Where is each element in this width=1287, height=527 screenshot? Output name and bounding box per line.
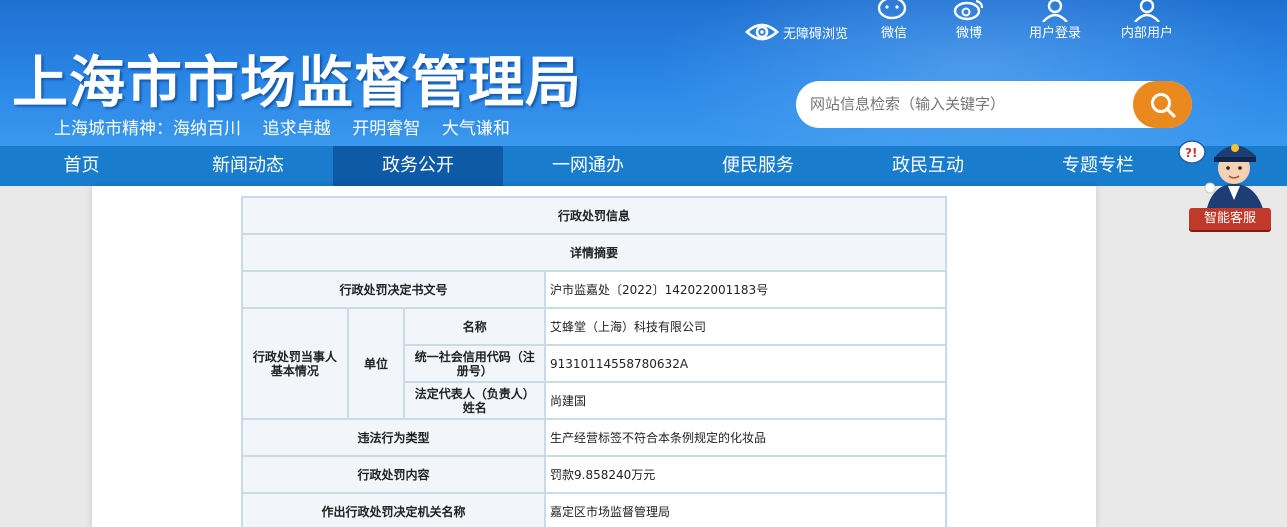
table-row: 行政处罚信息	[241, 196, 947, 235]
user-login-link[interactable]: 用户登录	[1020, 0, 1090, 41]
user-icon	[1042, 0, 1068, 22]
violation-value: 生产经营标签不符合本条例规定的化妆品	[544, 418, 947, 457]
smart-service-label: 智能客服	[1189, 208, 1271, 230]
table-subtitle: 详情摘要	[241, 233, 947, 272]
smart-customer-service[interactable]: ?! 智能客服	[1172, 128, 1276, 236]
search-input[interactable]	[810, 91, 1130, 117]
penalty-label: 行政处罚内容	[240, 455, 547, 494]
nav-item-news[interactable]: 新闻动态	[163, 146, 333, 186]
nav-item-home[interactable]: 首页	[0, 146, 163, 186]
table-row: 详情摘要	[241, 233, 947, 272]
violation-label: 违法行为类型	[240, 418, 547, 457]
credit-code-value: 91310114558780632A	[544, 344, 947, 383]
weibo-link[interactable]: 微博	[934, 0, 1004, 41]
party-label: 行政处罚当事人基本情况	[241, 307, 349, 420]
weibo-label: 微博	[955, 26, 982, 41]
authority-value: 嘉定区市场监督管理局	[544, 492, 947, 527]
nav-item-one-stop-service[interactable]: 一网通办	[503, 146, 673, 186]
svg-text:?!: ?!	[1185, 146, 1197, 160]
name-value: 艾蜂堂（上海）科技有限公司	[544, 307, 947, 346]
eye-icon	[745, 23, 779, 41]
wechat-icon	[877, 0, 907, 20]
site-title[interactable]: 上海市市场监督管理局	[12, 38, 582, 119]
table-row: 行政处罚决定书文号 沪市监嘉处〔2022〕142022001183号	[240, 270, 947, 309]
penalty-value: 罚款9.858240万元	[544, 455, 947, 494]
table-row: 行政处罚当事人基本情况 单位 名称 艾蜂堂（上海）科技有限公司	[241, 307, 947, 420]
penalty-table: 行政处罚信息 详情摘要 行政处罚决定书文号 沪市监嘉处〔2022〕1420220…	[240, 196, 947, 527]
doc-no-value: 沪市监嘉处〔2022〕142022001183号	[544, 270, 947, 309]
authority-label: 作出行政处罚决定机关名称	[240, 492, 547, 527]
nav-item-public-service[interactable]: 便民服务	[673, 146, 843, 186]
doc-no-label: 行政处罚决定书文号	[240, 270, 547, 309]
internal-user-label: 内部用户	[1120, 26, 1173, 41]
table-row: 作出行政处罚决定机关名称 嘉定区市场监督管理局	[240, 492, 947, 527]
search-button[interactable]	[1133, 81, 1192, 128]
officer-robot-icon: ?!	[1178, 140, 1264, 212]
wechat-link[interactable]: 微信	[859, 0, 929, 41]
main-nav: 首页 新闻动态 政务公开 一网通办 便民服务 政民互动 专题专栏	[0, 146, 1287, 186]
internal-user-link[interactable]: 内部用户	[1112, 0, 1182, 41]
nav-item-special-topics[interactable]: 专题专栏	[1013, 146, 1183, 186]
user-icon	[1134, 0, 1160, 22]
main-content: 行政处罚信息 详情摘要 行政处罚决定书文号 沪市监嘉处〔2022〕1420220…	[92, 186, 1096, 527]
accessibility-toggle[interactable]: 无障碍浏览	[745, 17, 848, 47]
user-login-label: 用户登录	[1028, 26, 1081, 41]
weibo-icon	[953, 0, 984, 21]
nav-item-government-affairs[interactable]: 政务公开	[333, 146, 503, 186]
city-motto: 上海城市精神：海纳百川 追求卓越 开明睿智 大气谦和	[54, 119, 510, 139]
wechat-label: 微信	[880, 26, 907, 41]
accessibility-label: 无障碍浏览	[783, 26, 849, 42]
table-row: 行政处罚内容 罚款9.858240万元	[240, 455, 947, 494]
legal-rep-value: 尚建国	[544, 381, 947, 420]
credit-code-label: 统一社会信用代码（注册号）	[403, 344, 547, 383]
table-title: 行政处罚信息	[241, 196, 947, 235]
name-label: 名称	[403, 307, 547, 346]
search-icon	[1150, 92, 1176, 118]
site-header: 上海市市场监督管理局 上海城市精神：海纳百川 追求卓越 开明睿智 大气谦和 无障…	[0, 0, 1287, 146]
search-box	[796, 81, 1192, 128]
table-row: 违法行为类型 生产经营标签不符合本条例规定的化妆品	[240, 418, 947, 457]
legal-rep-label: 法定代表人（负责人）姓名	[403, 381, 547, 420]
nav-item-interaction[interactable]: 政民互动	[843, 146, 1013, 186]
unit-label: 单位	[346, 307, 406, 420]
